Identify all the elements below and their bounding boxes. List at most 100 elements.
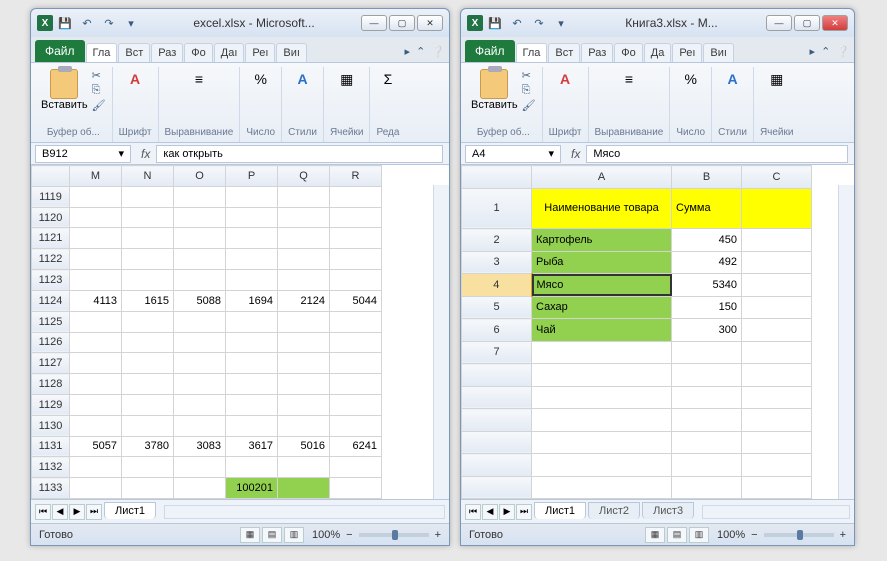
tab-review[interactable]: Реı (672, 43, 702, 62)
zoom-out-icon[interactable]: − (751, 529, 757, 541)
select-all-corner[interactable] (462, 166, 532, 189)
tab-insert[interactable]: Вст (118, 43, 150, 62)
format-painter-icon[interactable]: 🖌 (92, 99, 106, 112)
col-header[interactable]: B (672, 166, 742, 189)
cell[interactable]: 492 (672, 251, 742, 274)
horizontal-scrollbar[interactable] (164, 505, 445, 519)
cell[interactable]: 5044 (330, 290, 382, 311)
row-header[interactable]: 3 (462, 251, 532, 274)
vertical-scrollbar[interactable] (433, 185, 449, 499)
ribbon-alignment[interactable]: ≡ Выравнивание (589, 67, 671, 142)
cell[interactable]: 3083 (174, 436, 226, 457)
paste-button[interactable]: Вставить (41, 69, 88, 111)
tab-formulas[interactable]: Фо (184, 43, 212, 62)
sheet-nav-next-icon[interactable]: ▶ (69, 504, 85, 520)
undo-icon[interactable]: ↶ (79, 15, 95, 31)
sheet-nav-next-icon[interactable]: ▶ (499, 504, 515, 520)
cell[interactable]: 6241 (330, 436, 382, 457)
ribbon-alignment[interactable]: ≡ Выравнивание (159, 67, 241, 142)
minimize-button[interactable]: — (766, 15, 792, 31)
sheet-nav-last-icon[interactable]: ⏭ (516, 504, 532, 520)
col-header[interactable]: O (174, 166, 226, 187)
worksheet-grid[interactable]: M N O P Q R 1119 1120 1121 1122 1123 112… (31, 165, 449, 499)
row-header[interactable]: 1124 (32, 290, 70, 311)
sheet-tab[interactable]: Лист3 (642, 502, 694, 519)
cell[interactable]: Картофель (532, 229, 672, 252)
ribbon-minimize-icon[interactable]: ⌃ (821, 45, 830, 58)
close-button[interactable]: ✕ (417, 15, 443, 31)
sheet-nav-last-icon[interactable]: ⏭ (86, 504, 102, 520)
cell[interactable]: Чай (532, 319, 672, 342)
row-header[interactable]: 2 (462, 229, 532, 252)
sheet-tab[interactable]: Лист2 (588, 502, 640, 519)
zoom-in-icon[interactable]: + (435, 529, 441, 541)
row-header[interactable]: 1119 (32, 186, 70, 207)
cell[interactable]: 450 (672, 229, 742, 252)
ribbon-styles[interactable]: A Стили (712, 67, 754, 142)
col-header[interactable]: P (226, 166, 278, 187)
cell[interactable]: 5340 (672, 274, 742, 297)
col-header[interactable]: C (742, 166, 812, 189)
row-header[interactable] (462, 409, 532, 432)
cell[interactable]: 150 (672, 296, 742, 319)
row-header[interactable]: 1123 (32, 270, 70, 291)
row-header[interactable]: 1121 (32, 228, 70, 249)
undo-icon[interactable]: ↶ (509, 15, 525, 31)
tab-formulas[interactable]: Фо (614, 43, 642, 62)
row-header[interactable]: 1128 (32, 374, 70, 395)
sheet-tab[interactable]: Лист1 (534, 502, 586, 519)
ribbon-editing[interactable]: Σ Реда (370, 67, 405, 142)
name-box[interactable]: B912▾ (35, 145, 131, 163)
col-header[interactable]: Q (278, 166, 330, 187)
vertical-scrollbar[interactable] (838, 185, 854, 499)
cut-icon[interactable]: ✂ (92, 69, 106, 82)
cell-header[interactable]: Наименование товара (532, 188, 672, 229)
tab-home[interactable]: Гла (516, 43, 548, 62)
cell[interactable]: 1615 (122, 290, 174, 311)
zoom-level[interactable]: 100% (717, 529, 745, 541)
horizontal-scrollbar[interactable] (702, 505, 850, 519)
save-icon[interactable]: 💾 (57, 15, 73, 31)
ribbon-styles[interactable]: A Стили (282, 67, 324, 142)
tab-data[interactable]: Да (644, 43, 672, 62)
row-header[interactable]: 1132 (32, 457, 70, 478)
tab-file[interactable]: Файл (465, 40, 515, 62)
formula-input[interactable]: как открыть (156, 145, 443, 163)
cell-partial[interactable]: 100201 (226, 478, 278, 499)
select-all-corner[interactable] (32, 166, 70, 187)
ribbon-number[interactable]: % Число (240, 67, 282, 142)
row-header[interactable]: 7 (462, 341, 532, 364)
copy-icon[interactable]: ⎘ (522, 84, 536, 97)
help-icon[interactable]: ❔ (836, 45, 850, 58)
tab-home[interactable]: Гла (86, 43, 118, 62)
zoom-out-icon[interactable]: − (346, 529, 352, 541)
tab-review[interactable]: Реı (245, 43, 275, 62)
row-header[interactable]: 1131 (32, 436, 70, 457)
sheet-nav-prev-icon[interactable]: ◀ (482, 504, 498, 520)
tab-view[interactable]: Виı (276, 43, 307, 62)
row-header[interactable] (462, 364, 532, 387)
minimize-button[interactable]: — (361, 15, 387, 31)
fx-icon[interactable]: fx (565, 147, 586, 161)
sheet-nav-first-icon[interactable]: ⏮ (35, 504, 51, 520)
qat-more-icon[interactable]: ▾ (123, 15, 139, 31)
cell-selected[interactable]: Мясо (532, 274, 672, 297)
cell[interactable]: 2124 (278, 290, 330, 311)
normal-view-icon[interactable]: ▦ (240, 527, 260, 543)
row-header[interactable]: 1127 (32, 353, 70, 374)
maximize-button[interactable]: ▢ (794, 15, 820, 31)
tab-data[interactable]: Даı (214, 43, 245, 62)
zoom-level[interactable]: 100% (312, 529, 340, 541)
cell[interactable]: 300 (672, 319, 742, 342)
row-header[interactable] (462, 431, 532, 454)
row-header[interactable] (462, 386, 532, 409)
ribbon-overflow-icon[interactable]: ▸ (405, 45, 411, 58)
cell[interactable]: 3780 (122, 436, 174, 457)
formula-input[interactable]: Мясо (586, 145, 848, 163)
ribbon-font[interactable]: A Шрифт (543, 67, 589, 142)
zoom-in-icon[interactable]: + (840, 529, 846, 541)
cell[interactable] (742, 188, 812, 229)
row-header[interactable] (462, 476, 532, 499)
paste-button[interactable]: Вставить (471, 69, 518, 111)
normal-view-icon[interactable]: ▦ (645, 527, 665, 543)
